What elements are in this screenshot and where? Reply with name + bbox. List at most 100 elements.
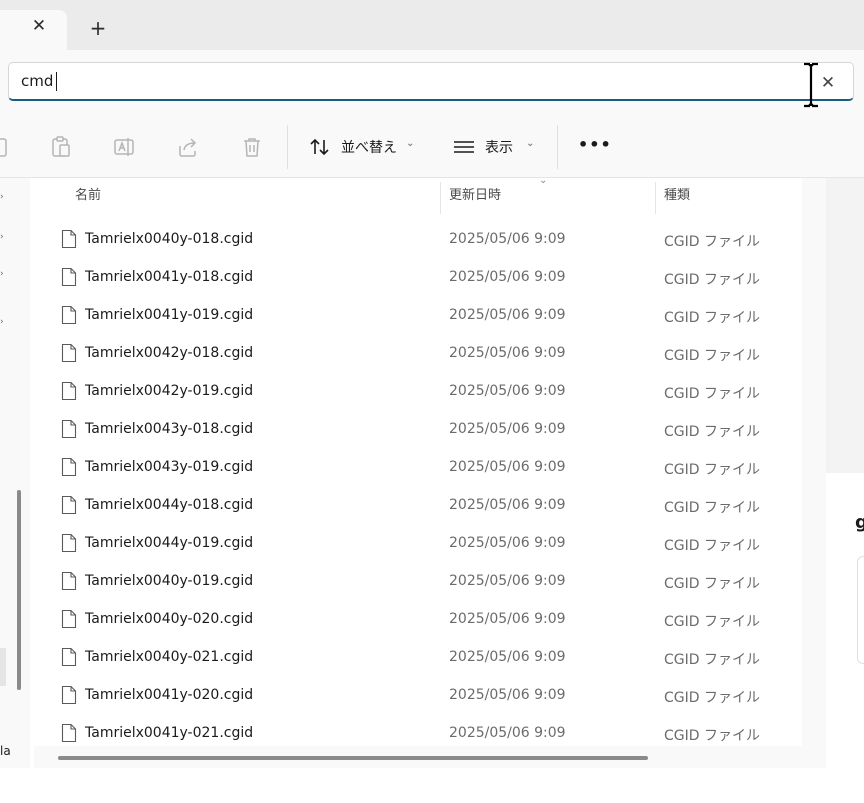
file-date: 2025/05/06 9:09 [449,611,566,627]
column-divider[interactable] [655,182,656,214]
file-type: CGID ファイル [664,310,760,326]
file-date: 2025/05/06 9:09 [449,535,566,551]
nav-scrollbar[interactable] [17,490,21,690]
details-card [857,556,864,664]
file-icon [61,685,77,705]
file-date: 2025/05/06 9:09 [449,573,566,589]
bottom-area [0,768,864,803]
view-chevron-down-icon: ⌄ [526,138,535,149]
file-type: CGID ファイル [664,386,760,402]
toolbar-separator [557,125,558,169]
file-type: CGID ファイル [664,424,760,440]
file-type: CGID ファイル [664,576,760,592]
nav-chevron-icon[interactable]: › [0,317,4,327]
clear-search-icon[interactable]: ✕ [817,72,839,94]
sort-icon[interactable] [307,134,333,160]
file-row[interactable]: Tamrielx0041y-019.cgid 2025/05/06 9:09 CGI… [34,297,802,335]
file-icon [61,609,77,629]
rename-icon[interactable] [111,134,137,160]
search-box[interactable] [8,62,854,101]
column-header-date[interactable]: 更新日時 [449,178,501,214]
file-date: 2025/05/06 9:09 [449,345,566,361]
file-icon [61,495,77,515]
file-row[interactable]: Tamrielx0041y-020.cgid 2025/05/06 9:09 CGI… [34,677,802,715]
view-icon[interactable] [451,134,477,160]
file-name: Tamrielx0042y-018.cgid [85,345,254,361]
paste-icon[interactable] [48,134,74,160]
file-date: 2025/05/06 9:09 [449,421,566,437]
file-name: Tamrielx0044y-018.cgid [85,497,254,513]
file-type: CGID ファイル [664,652,760,668]
file-type: CGID ファイル [664,500,760,516]
pane-gap [802,178,826,768]
text-caret [56,72,57,91]
file-row[interactable]: Tamrielx0040y-019.cgid 2025/05/06 9:09 CGI… [34,563,802,601]
file-row[interactable]: Tamrielx0041y-021.cgid 2025/05/06 9:09 CGI… [34,715,802,746]
file-row[interactable]: Tamrielx0044y-019.cgid 2025/05/06 9:09 CGI… [34,525,802,563]
file-type: CGID ファイル [664,272,760,288]
details-title: g [855,512,864,533]
file-type: CGID ファイル [664,614,760,630]
file-icon [61,723,77,743]
file-row[interactable]: Tamrielx0040y-020.cgid 2025/05/06 9:09 CGI… [34,601,802,639]
file-date: 2025/05/06 9:09 [449,497,566,513]
file-icon [61,381,77,401]
file-icon [61,533,77,553]
file-row[interactable]: Tamrielx0040y-018.cgid 2025/05/06 9:09 CGI… [34,221,802,259]
file-icon [61,229,77,249]
file-type: CGID ファイル [664,690,760,706]
file-name: Tamrielx0042y-019.cgid [85,383,254,399]
file-name: Tamrielx0044y-019.cgid [85,535,254,551]
file-date: 2025/05/06 9:09 [449,459,566,475]
nav-chevron-icon[interactable]: › [0,232,4,242]
file-name: Tamrielx0040y-018.cgid [85,231,254,247]
toolbar-separator [287,125,288,169]
file-icon [61,305,77,325]
close-tab-icon[interactable]: ✕ [28,15,50,37]
file-row[interactable]: Tamrielx0041y-018.cgid 2025/05/06 9:09 CGI… [34,259,802,297]
share-icon[interactable] [175,134,201,160]
view-button[interactable]: 表示 [485,137,513,157]
file-date: 2025/05/06 9:09 [449,269,566,285]
column-header-name[interactable]: 名前 [75,178,101,214]
file-icon [61,457,77,477]
file-date: 2025/05/06 9:09 [449,307,566,323]
column-header-type[interactable]: 種類 [664,178,690,214]
file-row[interactable]: Tamrielx0044y-018.cgid 2025/05/06 9:09 CGI… [34,487,802,525]
details-pane [826,178,864,473]
delete-icon[interactable] [239,134,265,160]
file-row[interactable]: Tamrielx0042y-018.cgid 2025/05/06 9:09 CGI… [34,335,802,373]
file-type: CGID ファイル [664,538,760,554]
sort-chevron-down-icon: ⌄ [406,138,415,149]
tab-strip [0,0,864,50]
file-row[interactable]: Tamrielx0042y-019.cgid 2025/05/06 9:09 CGI… [34,373,802,411]
file-name: Tamrielx0041y-019.cgid [85,307,254,323]
column-divider[interactable] [440,182,441,214]
file-row[interactable]: Tamrielx0040y-021.cgid 2025/05/06 9:09 CGI… [34,639,802,677]
cut-icon[interactable] [0,134,12,160]
search-input[interactable] [21,70,781,92]
nav-chevron-icon[interactable]: › [0,192,4,202]
file-row[interactable]: Tamrielx0043y-019.cgid 2025/05/06 9:09 CGI… [34,449,802,487]
file-name: Tamrielx0040y-020.cgid [85,611,254,627]
file-row[interactable]: Tamrielx0043y-018.cgid 2025/05/06 9:09 CGI… [34,411,802,449]
file-date: 2025/05/06 9:09 [449,231,566,247]
file-icon [61,343,77,363]
nav-selected-item[interactable] [0,648,6,686]
nav-chevron-icon[interactable]: › [0,269,4,279]
new-tab-icon[interactable]: + [87,17,109,39]
sort-button[interactable]: 並べ替え [341,137,397,157]
file-name: Tamrielx0040y-019.cgid [85,573,254,589]
file-icon [61,571,77,591]
file-date: 2025/05/06 9:09 [449,649,566,665]
file-name: Tamrielx0041y-020.cgid [85,687,254,703]
file-name: Tamrielx0040y-021.cgid [85,649,254,665]
more-options-button[interactable]: ••• [578,134,611,160]
file-date: 2025/05/06 9:09 [449,383,566,399]
horizontal-scrollbar-thumb[interactable] [58,756,648,760]
file-name: Tamrielx0041y-018.cgid [85,269,254,285]
file-name: Tamrielx0041y-021.cgid [85,725,254,741]
sort-indicator-icon: ⌄ [539,178,548,186]
file-type: CGID ファイル [664,348,760,364]
file-type: CGID ファイル [664,234,760,250]
